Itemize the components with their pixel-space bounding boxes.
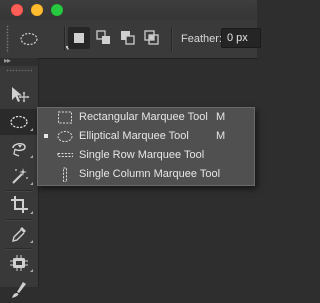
tool-group-indicator bbox=[30, 269, 33, 272]
brush-tool[interactable] bbox=[0, 277, 38, 303]
subtract-from-selection-button[interactable] bbox=[117, 27, 139, 49]
eyedropper-tool[interactable] bbox=[0, 221, 38, 247]
single-row-marquee-icon bbox=[57, 153, 73, 157]
crop-tool[interactable] bbox=[0, 192, 38, 218]
flyout-item-label: Single Row Marquee Tool bbox=[79, 149, 205, 161]
intersect-selection-icon bbox=[144, 30, 159, 45]
tools-panel: ▸▸ bbox=[0, 56, 39, 298]
selected-indicator-icon bbox=[44, 134, 48, 138]
move-icon bbox=[12, 87, 30, 103]
window-maximize-button[interactable] bbox=[51, 4, 63, 16]
lasso-icon bbox=[12, 143, 26, 157]
feather-label: Feather: bbox=[181, 33, 222, 45]
intersect-selection-button[interactable] bbox=[141, 27, 163, 49]
window-minimize-button[interactable] bbox=[31, 4, 43, 16]
options-separator bbox=[171, 27, 173, 51]
healing-brush-icon bbox=[10, 255, 28, 271]
marquee-tools-flyout: Rectangular Marquee Tool M Elliptical Ma… bbox=[37, 107, 255, 186]
elliptical-marquee-icon bbox=[20, 32, 38, 46]
healing-brush-tool[interactable] bbox=[0, 250, 38, 276]
flyout-item-elliptical-marquee[interactable]: Elliptical Marquee Tool M bbox=[38, 127, 254, 146]
feather-input[interactable] bbox=[221, 28, 261, 48]
flyout-item-label: Rectangular Marquee Tool bbox=[79, 111, 208, 123]
move-tool[interactable] bbox=[0, 82, 38, 108]
marquee-tool[interactable] bbox=[0, 109, 38, 135]
tool-group-indicator bbox=[30, 182, 33, 185]
collapse-icon: ▸▸ bbox=[4, 56, 11, 65]
elliptical-marquee-icon bbox=[57, 131, 73, 142]
add-to-selection-button[interactable] bbox=[93, 27, 115, 49]
tool-group-indicator bbox=[30, 128, 33, 131]
flyout-item-label: Single Column Marquee Tool bbox=[79, 168, 221, 180]
flyout-item-single-row-marquee[interactable]: Single Row Marquee Tool bbox=[38, 146, 254, 165]
subtract-from-selection-icon bbox=[121, 31, 135, 45]
tool-group-indicator bbox=[30, 240, 33, 243]
flyout-item-rectangular-marquee[interactable]: Rectangular Marquee Tool M bbox=[38, 108, 254, 127]
flyout-item-shortcut: M bbox=[216, 111, 226, 123]
brush-icon bbox=[12, 282, 26, 298]
crop-icon bbox=[11, 196, 28, 213]
single-column-marquee-icon bbox=[63, 167, 67, 182]
tools-panel-header[interactable]: ▸▸ bbox=[0, 56, 38, 66]
add-to-selection-icon bbox=[96, 30, 110, 44]
lasso-tool[interactable] bbox=[0, 136, 38, 162]
options-separator bbox=[64, 27, 66, 51]
options-bar: Feather: bbox=[0, 20, 261, 59]
rectangular-marquee-icon bbox=[58, 111, 72, 124]
magic-wand-icon bbox=[12, 168, 28, 184]
window-close-button[interactable] bbox=[11, 4, 23, 16]
flyout-item-label: Elliptical Marquee Tool bbox=[79, 130, 189, 142]
magic-wand-tool[interactable] bbox=[0, 163, 38, 189]
elliptical-marquee-icon bbox=[10, 115, 28, 129]
flyout-item-shortcut: M bbox=[216, 130, 226, 142]
tool-preset-picker[interactable] bbox=[18, 29, 71, 50]
eyedropper-icon bbox=[12, 227, 26, 242]
tool-group-indicator bbox=[30, 211, 33, 214]
new-selection-button[interactable] bbox=[68, 27, 90, 49]
tools-panel-grip[interactable] bbox=[6, 69, 32, 72]
tool-group-indicator bbox=[30, 155, 33, 158]
window-titlebar bbox=[0, 0, 257, 20]
options-bar-grip[interactable] bbox=[6, 25, 9, 53]
new-selection-icon bbox=[74, 33, 84, 43]
flyout-item-single-column-marquee[interactable]: Single Column Marquee Tool bbox=[38, 165, 254, 184]
